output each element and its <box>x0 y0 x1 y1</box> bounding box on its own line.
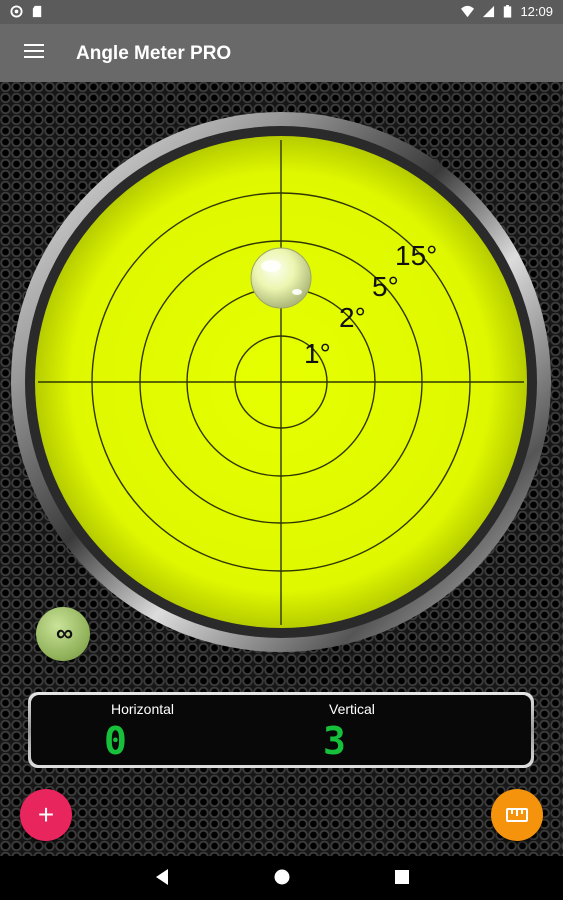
bubble-level: 1° 2° 5° 15° <box>11 112 551 652</box>
home-icon[interactable] <box>272 867 292 887</box>
vertical-label: Vertical <box>329 701 375 717</box>
readout-panel: Horizontal 0 Vertical 3 <box>28 692 534 768</box>
app-title: Angle Meter PRO <box>76 43 232 64</box>
navigation-bar <box>0 856 563 900</box>
battery-icon <box>504 5 512 18</box>
signal-icon <box>483 5 495 18</box>
sd-card-icon <box>32 5 42 18</box>
settings-dot-icon <box>10 5 23 18</box>
app-bar: Angle Meter PRO <box>0 24 563 82</box>
add-button[interactable]: + <box>20 789 72 841</box>
back-icon[interactable] <box>153 867 171 887</box>
horizontal-value: 0 <box>104 719 127 763</box>
infinity-icon: ∞ <box>55 620 73 647</box>
level-bubble <box>250 247 312 309</box>
readout-display: Horizontal 0 Vertical 3 <box>31 695 531 765</box>
lock-angle-button[interactable]: ∞ <box>36 607 90 661</box>
status-time: 12:09 <box>520 4 553 19</box>
vertical-value: 3 <box>323 719 346 763</box>
recents-icon[interactable] <box>393 867 411 887</box>
ring-label-15: 15° <box>395 240 437 271</box>
hamburger-menu-icon[interactable] <box>24 44 44 60</box>
ring-label-2: 2° <box>339 302 366 333</box>
ruler-button[interactable] <box>491 789 543 841</box>
status-bar: 12:09 <box>0 0 563 24</box>
ring-label-1: 1° <box>304 338 331 369</box>
wifi-icon <box>461 5 475 18</box>
ring-label-5: 5° <box>372 271 399 302</box>
horizontal-label: Horizontal <box>111 701 175 717</box>
plus-icon: + <box>37 799 55 830</box>
ruler-icon <box>506 808 528 822</box>
